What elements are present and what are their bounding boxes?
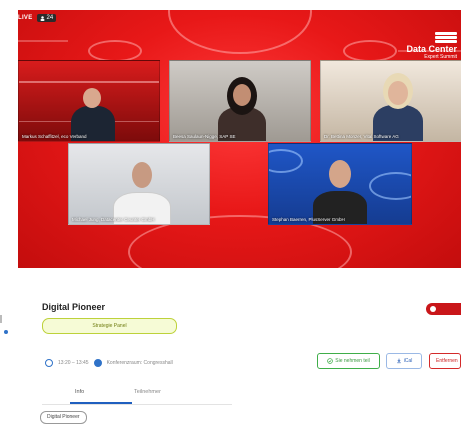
video-tile[interactable]: Markus Schaffitzel, eco Verband: [18, 60, 160, 142]
decor-ring: [88, 40, 142, 62]
stream-status: LIVE 24: [18, 10, 57, 26]
brand-logo: Data Center Expert Summit: [397, 32, 457, 60]
session-tag[interactable]: Strategie Panel: [42, 318, 177, 334]
join-label: Sie nehmen teil: [335, 358, 370, 364]
location-icon: [93, 359, 102, 367]
tab-participants[interactable]: Teilnehmer: [134, 389, 161, 395]
live-label: LIVE: [18, 15, 33, 21]
download-icon: [396, 358, 401, 364]
join-button[interactable]: Sie nehmen teil: [317, 353, 380, 369]
session-tabs: Info Teilnehmer: [42, 385, 232, 405]
video-stage: LIVE 24 Data Center Expert Summit Markus…: [18, 10, 461, 268]
tabs-divider: [42, 404, 232, 405]
calendar-label: iCal: [403, 358, 413, 364]
participant-name: Dr. Bettina Monzer, Vital Software AG: [324, 134, 399, 139]
participant-name: Markus Schaffitzel, eco Verband: [22, 134, 87, 139]
decor-ring: [168, 10, 312, 54]
remove-button[interactable]: Entfernen: [429, 353, 461, 369]
participant-name: Stephan Baerren, PlusServer GmbH: [272, 217, 345, 222]
video-tile[interactable]: Stephan Baerren, PlusServer GmbH: [268, 143, 412, 225]
video-tile[interactable]: Beesa Saulaun-Nigge, SAP SE: [169, 60, 311, 142]
viewer-count: 24: [46, 15, 54, 21]
decor-ring: [343, 40, 397, 62]
topic-chip[interactable]: Digital Pioneer: [40, 411, 87, 424]
participant-name: Michael Jung, Datacenter Ceunter GmbH: [72, 217, 155, 222]
video-tile[interactable]: Michael Jung, Datacenter Ceunter GmbH: [68, 143, 210, 225]
server-icon: [435, 32, 457, 43]
record-button[interactable]: [426, 303, 461, 315]
record-icon: [430, 306, 436, 312]
side-nav-stub: [0, 295, 14, 355]
check-circle-icon: [327, 358, 334, 364]
session-title: Digital Pioneer: [42, 302, 106, 312]
session-time: 13:20 – 13:45: [58, 360, 89, 366]
calendar-button[interactable]: iCal: [386, 353, 422, 369]
session-meta: 13:20 – 13:45 Konferenzraum: Congresshal…: [45, 359, 173, 367]
brand-line1: Data Center: [406, 44, 457, 54]
clock-icon: [45, 359, 53, 367]
viewer-badge: 24: [36, 14, 57, 22]
person-icon: [40, 15, 45, 21]
active-tab-indicator: [70, 402, 132, 404]
tab-info[interactable]: Info: [75, 389, 84, 395]
decor-beam: [18, 40, 68, 42]
session-room: Konferenzraum: Congresshall: [106, 360, 173, 366]
remove-label: Entfernen: [436, 358, 458, 364]
video-tile[interactable]: Dr. Bettina Monzer, Vital Software AG: [320, 60, 461, 142]
participant-name: Beesa Saulaun-Nigge, SAP SE: [173, 134, 236, 139]
